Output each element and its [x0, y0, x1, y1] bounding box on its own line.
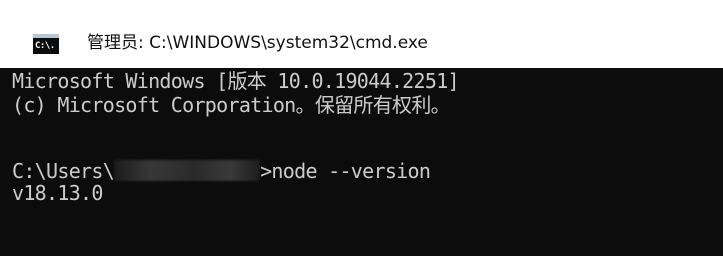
console-output[interactable]: Microsoft Windows [版本 10.0.19044.2251] (…	[0, 68, 723, 256]
prompt-command: >node --version	[260, 159, 431, 183]
redacted-username	[114, 160, 261, 181]
console-line: (c) Microsoft Corporation。保留所有权利。	[12, 93, 451, 117]
console-line: v18.13.0	[12, 181, 103, 205]
cmd-window: C:\. 管理员: C:\WINDOWS\system32\cmd.exe Mi…	[0, 0, 723, 256]
window-title: 管理员: C:\WINDOWS\system32\cmd.exe	[87, 33, 428, 53]
prompt-path: C:\Users\	[12, 159, 115, 183]
console-line: Microsoft Windows [版本 10.0.19044.2251]	[12, 69, 460, 93]
cmd-icon-label: C:\.	[35, 41, 55, 51]
cmd-icon: C:\.	[33, 34, 59, 54]
title-bar[interactable]: C:\. 管理员: C:\WINDOWS\system32\cmd.exe	[0, 0, 723, 68]
